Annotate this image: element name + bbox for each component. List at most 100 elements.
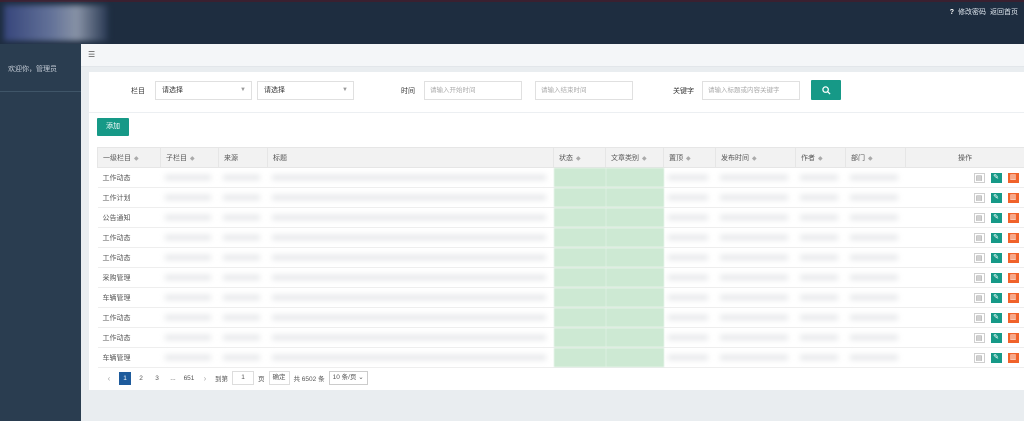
sort-icon[interactable]: ◆ [818, 156, 823, 162]
keyword-input[interactable]: 请输入标题或内容关键字 [702, 81, 800, 100]
view-icon[interactable]: ▤ [973, 232, 985, 243]
cell-level1: 车辆管理 [97, 347, 161, 368]
sort-icon[interactable]: ◆ [134, 156, 139, 162]
edit-icon[interactable]: ✎ [990, 252, 1002, 263]
page-2-button[interactable]: 2 [135, 372, 147, 385]
edit-icon[interactable]: ✎ [990, 192, 1002, 203]
cell-title[interactable] [267, 347, 554, 368]
cell-pinned [663, 267, 716, 288]
cell-publish-time [715, 307, 796, 328]
col-header-subcolumn[interactable]: 子栏目 ◆ [160, 147, 219, 168]
delete-icon[interactable]: ▥ [1007, 272, 1019, 283]
edit-icon[interactable]: ✎ [990, 292, 1002, 303]
cell-title[interactable] [267, 307, 554, 328]
welcome-text: 欢迎你，管理员 [8, 66, 57, 73]
edit-icon[interactable]: ✎ [990, 172, 1002, 183]
cell-title[interactable] [267, 187, 554, 208]
delete-icon[interactable]: ▥ [1007, 252, 1019, 263]
start-time-input[interactable]: 请输入开始时间 [424, 81, 522, 100]
view-icon[interactable]: ▤ [973, 332, 985, 343]
view-icon[interactable]: ▤ [973, 192, 985, 203]
col-header-author[interactable]: 作者 ◆ [795, 147, 846, 168]
view-icon[interactable]: ▤ [973, 212, 985, 223]
cell-pinned [663, 327, 716, 348]
cell-title[interactable] [267, 207, 554, 228]
change-password-link[interactable]: 修改密码 [958, 7, 986, 17]
sort-icon[interactable]: ◆ [868, 156, 873, 162]
delete-icon[interactable]: ▥ [1007, 192, 1019, 203]
delete-icon[interactable]: ▥ [1007, 232, 1019, 243]
cell-status [553, 207, 606, 228]
page-size-select[interactable]: 10 条/页 ⌄ [328, 371, 368, 385]
cell-author [795, 307, 846, 328]
view-icon[interactable]: ▤ [973, 252, 985, 263]
view-icon[interactable]: ▤ [973, 172, 985, 183]
view-icon[interactable]: ▤ [973, 272, 985, 283]
chevron-down-icon: ▼ [240, 87, 246, 93]
edit-icon[interactable]: ✎ [990, 352, 1002, 363]
sort-icon[interactable]: ◆ [686, 156, 691, 162]
cell-subcolumn [160, 287, 219, 308]
edit-icon[interactable]: ✎ [990, 232, 1002, 243]
delete-icon[interactable]: ▥ [1007, 332, 1019, 343]
delete-icon[interactable]: ▥ [1007, 292, 1019, 303]
cell-title[interactable] [267, 287, 554, 308]
col-header-pinned[interactable]: 置顶 ◆ [663, 147, 716, 168]
cell-pinned [663, 167, 716, 188]
column-select-primary[interactable]: 请选择 ▼ [155, 81, 252, 100]
cell-author [795, 247, 846, 268]
edit-icon[interactable]: ✎ [990, 212, 1002, 223]
delete-icon[interactable]: ▥ [1007, 172, 1019, 183]
goto-confirm-button[interactable]: 确定 [268, 371, 290, 385]
page-3-button[interactable]: 3 [151, 372, 163, 385]
col-header-publish-time[interactable]: 发布时间 ◆ [715, 147, 796, 168]
sort-icon[interactable]: ◆ [642, 156, 647, 162]
search-button[interactable] [811, 80, 841, 100]
keyword-label: 关键字 [673, 88, 694, 95]
delete-icon[interactable]: ▥ [1007, 312, 1019, 323]
cell-actions: ▤ ✎ ▥ [905, 327, 1024, 348]
col-header-status[interactable]: 状态 ◆ [553, 147, 606, 168]
edit-icon[interactable]: ✎ [990, 312, 1002, 323]
cell-department [845, 227, 906, 248]
cell-title[interactable] [267, 267, 554, 288]
delete-icon[interactable]: ▥ [1007, 212, 1019, 223]
table-row: 工作动态 ▤ ✎ ▥ [97, 247, 1024, 268]
sort-icon[interactable]: ◆ [576, 156, 581, 162]
back-home-link[interactable]: 返回首页 [990, 7, 1018, 17]
col-header-department[interactable]: 部门 ◆ [845, 147, 906, 168]
cell-department [845, 167, 906, 188]
edit-icon[interactable]: ✎ [990, 272, 1002, 283]
delete-icon[interactable]: ▥ [1007, 352, 1019, 363]
cell-actions: ▤ ✎ ▥ [905, 187, 1024, 208]
cell-publish-time [715, 207, 796, 228]
cell-title[interactable] [267, 247, 554, 268]
view-icon[interactable]: ▤ [973, 352, 985, 363]
col-header-level1[interactable]: 一级栏目 ◆ [97, 147, 161, 168]
cell-source [218, 327, 268, 348]
goto-page-input[interactable]: 1 [232, 371, 254, 385]
cell-title[interactable] [267, 167, 554, 188]
sort-icon[interactable]: ◆ [752, 156, 757, 162]
view-icon[interactable]: ▤ [973, 312, 985, 323]
end-time-input[interactable]: 请输入结束时间 [535, 81, 633, 100]
next-page-button[interactable]: › [199, 372, 211, 385]
help-icon: ? [949, 8, 954, 16]
menu-toggle-icon[interactable]: ☰ [88, 50, 95, 59]
add-button[interactable]: 添加 [97, 118, 129, 136]
cell-pinned [663, 207, 716, 228]
prev-page-button[interactable]: ‹ [103, 372, 115, 385]
cell-actions: ▤ ✎ ▥ [905, 167, 1024, 188]
cell-title[interactable] [267, 327, 554, 348]
cell-department [845, 247, 906, 268]
cell-pinned [663, 347, 716, 368]
view-icon[interactable]: ▤ [973, 292, 985, 303]
cell-actions: ▤ ✎ ▥ [905, 207, 1024, 228]
page-last-button[interactable]: 651 [183, 372, 195, 385]
edit-icon[interactable]: ✎ [990, 332, 1002, 343]
sort-icon[interactable]: ◆ [190, 156, 195, 162]
page-1-button[interactable]: 1 [119, 371, 131, 385]
column-select-secondary[interactable]: 请选择 ▼ [257, 81, 354, 100]
cell-title[interactable] [267, 227, 554, 248]
col-header-category[interactable]: 文章类别 ◆ [605, 147, 664, 168]
